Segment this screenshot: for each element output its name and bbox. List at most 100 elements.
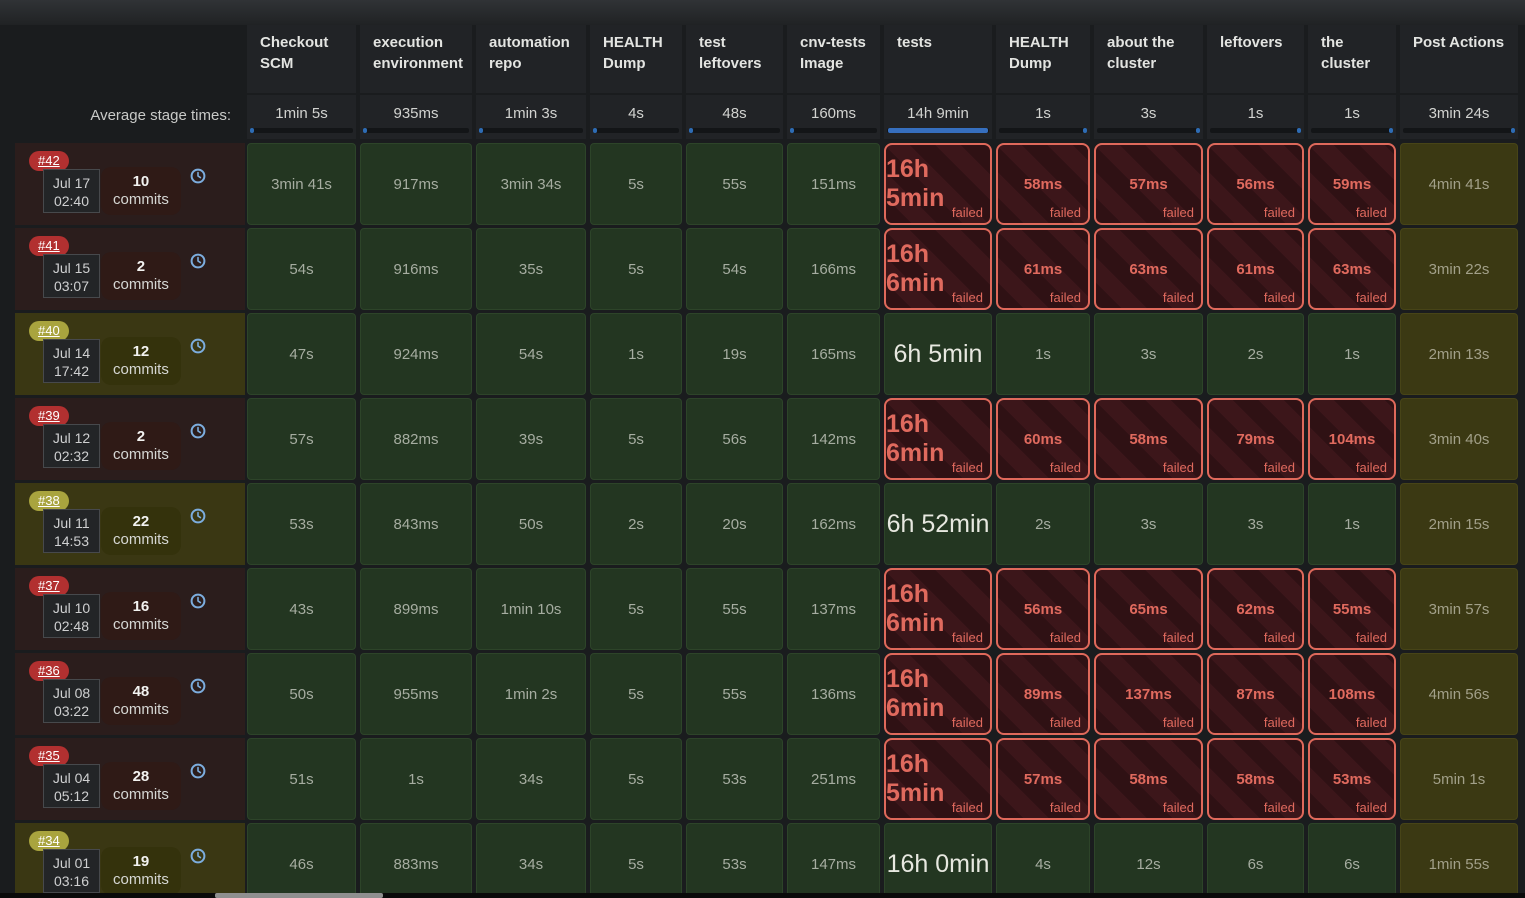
stage-cell-health-dump-35[interactable]: 57ms failed xyxy=(996,738,1090,820)
stage-cell-tests-40[interactable]: 6h 5min xyxy=(884,313,992,395)
stage-cell-post-actions-34[interactable]: 1min 55s xyxy=(1400,823,1518,898)
stage-cell-checkout-scm-39[interactable]: 57s xyxy=(247,398,356,480)
stage-cell-leftovers-41[interactable]: 61ms failed xyxy=(1207,228,1304,310)
stage-cell-checkout-scm-41[interactable]: 54s xyxy=(247,228,356,310)
stage-cell-tests-37[interactable]: 16h 6min failed xyxy=(884,568,992,650)
stage-cell-cnv-tests-image-36[interactable]: 136ms xyxy=(787,653,880,735)
stage-cell-about-the-cluster-36[interactable]: 137ms failed xyxy=(1094,653,1203,735)
stage-cell-the-cluster-34[interactable]: 6s xyxy=(1308,823,1396,898)
stage-cell-leftovers-40[interactable]: 2s xyxy=(1207,313,1304,395)
build-number-badge[interactable]: #36 xyxy=(29,661,69,681)
stage-cell-health-dump-40[interactable]: 1s xyxy=(590,313,682,395)
stage-cell-the-cluster-41[interactable]: 63ms failed xyxy=(1308,228,1396,310)
stage-cell-the-cluster-39[interactable]: 104ms failed xyxy=(1308,398,1396,480)
stage-cell-tests-35[interactable]: 16h 5min failed xyxy=(884,738,992,820)
stage-cell-health-dump-39[interactable]: 5s xyxy=(590,398,682,480)
stage-cell-execution-environment-35[interactable]: 1s xyxy=(360,738,472,820)
stage-cell-automation-repo-39[interactable]: 39s xyxy=(476,398,586,480)
changes-clock-icon[interactable] xyxy=(190,253,206,269)
stage-cell-checkout-scm-38[interactable]: 53s xyxy=(247,483,356,565)
stage-cell-tests-38[interactable]: 6h 52min xyxy=(884,483,992,565)
stage-cell-health-dump-34[interactable]: 4s xyxy=(996,823,1090,898)
stage-cell-about-the-cluster-35[interactable]: 58ms failed xyxy=(1094,738,1203,820)
stage-cell-checkout-scm-35[interactable]: 51s xyxy=(247,738,356,820)
stage-cell-test-leftovers-38[interactable]: 20s xyxy=(686,483,783,565)
stage-cell-the-cluster-42[interactable]: 59ms failed xyxy=(1308,143,1396,225)
build-number-badge[interactable]: #34 xyxy=(29,831,69,851)
stage-cell-health-dump-41[interactable]: 5s xyxy=(590,228,682,310)
stage-cell-health-dump-42[interactable]: 5s xyxy=(590,143,682,225)
stage-cell-health-dump-40[interactable]: 1s xyxy=(996,313,1090,395)
stage-cell-about-the-cluster-40[interactable]: 3s xyxy=(1094,313,1203,395)
stage-cell-automation-repo-42[interactable]: 3min 34s xyxy=(476,143,586,225)
stage-cell-execution-environment-40[interactable]: 924ms xyxy=(360,313,472,395)
stage-cell-automation-repo-36[interactable]: 1min 2s xyxy=(476,653,586,735)
stage-cell-checkout-scm-40[interactable]: 47s xyxy=(247,313,356,395)
build-number-badge[interactable]: #38 xyxy=(29,491,69,511)
changes-clock-icon[interactable] xyxy=(190,848,206,864)
stage-cell-health-dump-35[interactable]: 5s xyxy=(590,738,682,820)
stage-cell-tests-42[interactable]: 16h 5min failed xyxy=(884,143,992,225)
changes-clock-icon[interactable] xyxy=(190,763,206,779)
build-number-badge[interactable]: #42 xyxy=(29,151,69,171)
stage-cell-test-leftovers-41[interactable]: 54s xyxy=(686,228,783,310)
stage-cell-post-actions-35[interactable]: 5min 1s xyxy=(1400,738,1518,820)
stage-cell-post-actions-37[interactable]: 3min 57s xyxy=(1400,568,1518,650)
stage-cell-test-leftovers-37[interactable]: 55s xyxy=(686,568,783,650)
stage-cell-health-dump-37[interactable]: 56ms failed xyxy=(996,568,1090,650)
stage-cell-post-actions-40[interactable]: 2min 13s xyxy=(1400,313,1518,395)
build-number-badge[interactable]: #41 xyxy=(29,236,69,256)
stage-cell-test-leftovers-34[interactable]: 53s xyxy=(686,823,783,898)
build-number-badge[interactable]: #39 xyxy=(29,406,69,426)
stage-cell-cnv-tests-image-42[interactable]: 151ms xyxy=(787,143,880,225)
stage-cell-health-dump-41[interactable]: 61ms failed xyxy=(996,228,1090,310)
stage-cell-cnv-tests-image-34[interactable]: 147ms xyxy=(787,823,880,898)
stage-cell-execution-environment-39[interactable]: 882ms xyxy=(360,398,472,480)
stage-cell-checkout-scm-42[interactable]: 3min 41s xyxy=(247,143,356,225)
stage-cell-post-actions-36[interactable]: 4min 56s xyxy=(1400,653,1518,735)
stage-cell-about-the-cluster-41[interactable]: 63ms failed xyxy=(1094,228,1203,310)
stage-cell-leftovers-36[interactable]: 87ms failed xyxy=(1207,653,1304,735)
stage-cell-health-dump-36[interactable]: 5s xyxy=(590,653,682,735)
stage-cell-health-dump-38[interactable]: 2s xyxy=(996,483,1090,565)
stage-cell-cnv-tests-image-39[interactable]: 142ms xyxy=(787,398,880,480)
changes-clock-icon[interactable] xyxy=(190,168,206,184)
scrollbar-thumb[interactable] xyxy=(215,893,383,898)
stage-cell-automation-repo-41[interactable]: 35s xyxy=(476,228,586,310)
stage-cell-cnv-tests-image-38[interactable]: 162ms xyxy=(787,483,880,565)
stage-cell-tests-41[interactable]: 16h 6min failed xyxy=(884,228,992,310)
build-number-badge[interactable]: #37 xyxy=(29,576,69,596)
stage-cell-automation-repo-34[interactable]: 34s xyxy=(476,823,586,898)
stage-cell-tests-34[interactable]: 16h 0min xyxy=(884,823,992,898)
stage-cell-automation-repo-40[interactable]: 54s xyxy=(476,313,586,395)
stage-cell-the-cluster-36[interactable]: 108ms failed xyxy=(1308,653,1396,735)
stage-cell-post-actions-38[interactable]: 2min 15s xyxy=(1400,483,1518,565)
stage-cell-execution-environment-38[interactable]: 843ms xyxy=(360,483,472,565)
stage-cell-leftovers-35[interactable]: 58ms failed xyxy=(1207,738,1304,820)
build-number-badge[interactable]: #35 xyxy=(29,746,69,766)
changes-clock-icon[interactable] xyxy=(190,423,206,439)
stage-cell-the-cluster-37[interactable]: 55ms failed xyxy=(1308,568,1396,650)
stage-cell-about-the-cluster-34[interactable]: 12s xyxy=(1094,823,1203,898)
stage-cell-test-leftovers-42[interactable]: 55s xyxy=(686,143,783,225)
stage-cell-leftovers-38[interactable]: 3s xyxy=(1207,483,1304,565)
stage-cell-post-actions-41[interactable]: 3min 22s xyxy=(1400,228,1518,310)
stage-cell-cnv-tests-image-35[interactable]: 251ms xyxy=(787,738,880,820)
stage-cell-tests-36[interactable]: 16h 6min failed xyxy=(884,653,992,735)
stage-cell-automation-repo-35[interactable]: 34s xyxy=(476,738,586,820)
stage-cell-cnv-tests-image-40[interactable]: 165ms xyxy=(787,313,880,395)
changes-clock-icon[interactable] xyxy=(190,678,206,694)
stage-cell-cnv-tests-image-37[interactable]: 137ms xyxy=(787,568,880,650)
stage-cell-health-dump-36[interactable]: 89ms failed xyxy=(996,653,1090,735)
stage-cell-execution-environment-36[interactable]: 955ms xyxy=(360,653,472,735)
changes-clock-icon[interactable] xyxy=(190,593,206,609)
stage-cell-execution-environment-34[interactable]: 883ms xyxy=(360,823,472,898)
stage-cell-execution-environment-37[interactable]: 899ms xyxy=(360,568,472,650)
stage-cell-test-leftovers-39[interactable]: 56s xyxy=(686,398,783,480)
stage-cell-health-dump-38[interactable]: 2s xyxy=(590,483,682,565)
stage-cell-health-dump-42[interactable]: 58ms failed xyxy=(996,143,1090,225)
stage-cell-cnv-tests-image-41[interactable]: 166ms xyxy=(787,228,880,310)
stage-cell-leftovers-34[interactable]: 6s xyxy=(1207,823,1304,898)
build-number-badge[interactable]: #40 xyxy=(29,321,69,341)
stage-cell-post-actions-39[interactable]: 3min 40s xyxy=(1400,398,1518,480)
